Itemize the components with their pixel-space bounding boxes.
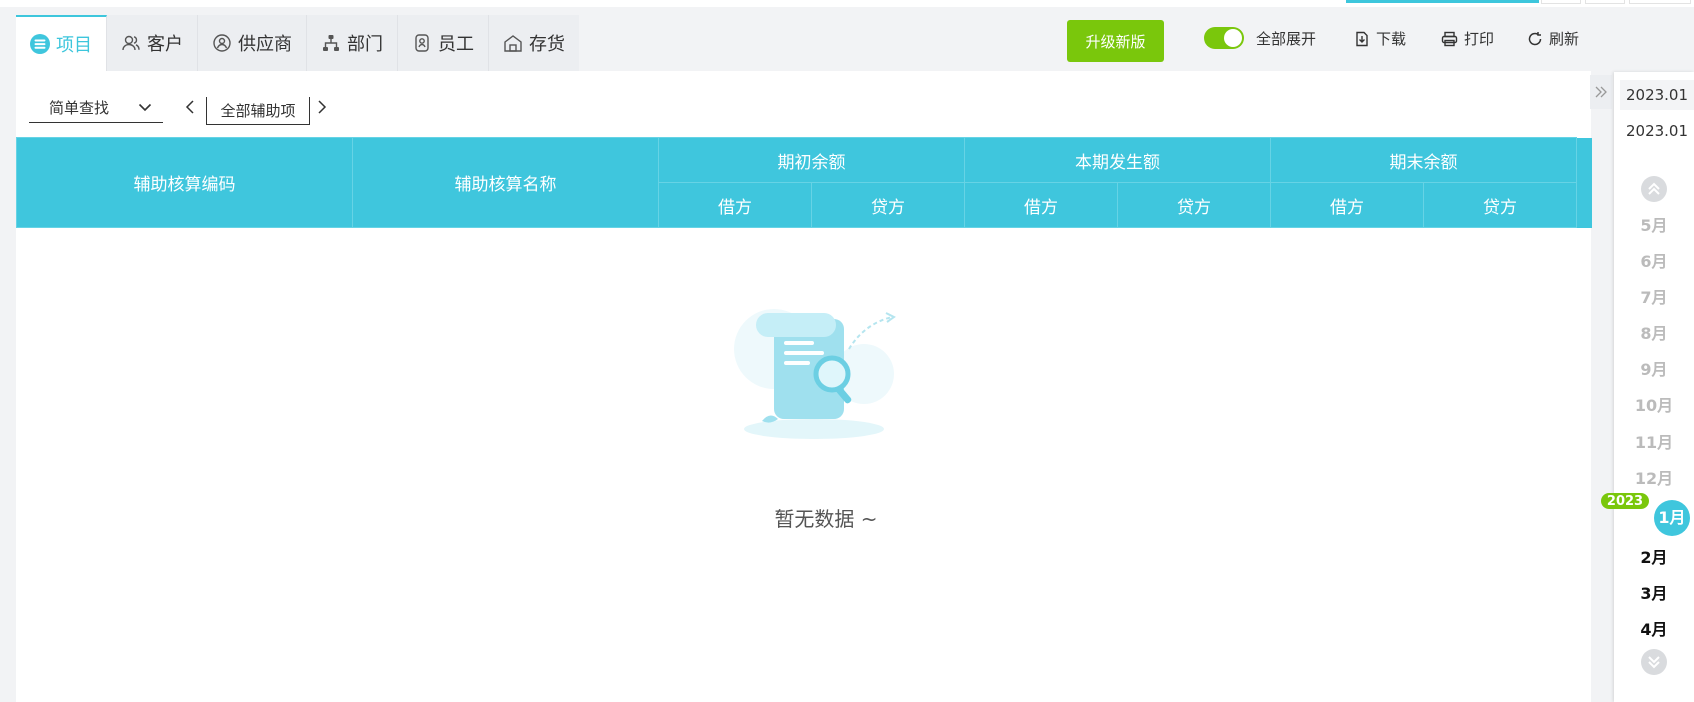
tab-label: 供应商 [238, 34, 292, 55]
users-icon [121, 33, 141, 53]
month-item[interactable]: 12月 [1614, 465, 1694, 489]
month-item[interactable]: 10月 [1614, 392, 1694, 416]
empty-state-text: 暂无数据 ~ [774, 507, 878, 531]
month-item[interactable]: 2月 [1614, 544, 1694, 568]
double-chevron-right-icon [1595, 86, 1607, 98]
header-debit: 借方 [1270, 182, 1424, 228]
tab-label: 员工 [438, 34, 474, 55]
header-closing-balance: 期末余额 [1270, 137, 1577, 183]
download-icon [1356, 31, 1368, 46]
menu-circle-icon [30, 34, 50, 54]
expand-all-toggle[interactable] [1204, 27, 1244, 49]
month-item[interactable]: 11月 [1614, 429, 1694, 453]
window-tab-slot[interactable] [1541, 0, 1581, 4]
refresh-button[interactable]: 刷新 [1527, 28, 1579, 49]
print-label: 打印 [1464, 30, 1495, 48]
chevron-down-icon [138, 103, 152, 112]
supplier-icon [212, 33, 232, 53]
period-end[interactable]: 2023.01 [1620, 116, 1694, 146]
tab-employee[interactable]: 员工 [398, 15, 489, 71]
refresh-icon [1528, 31, 1542, 45]
month-item[interactable]: 8月 [1614, 320, 1694, 344]
org-chart-icon [321, 33, 341, 53]
tab-department[interactable]: 部门 [307, 15, 398, 71]
prev-arrow-icon[interactable] [184, 99, 196, 115]
search-mode-select[interactable]: 简单查找 [29, 93, 163, 123]
header-period-amount: 本期发生额 [964, 137, 1271, 183]
period-start[interactable]: 2023.01 [1620, 80, 1694, 110]
printer-icon [1441, 31, 1458, 46]
tab-label: 客户 [147, 34, 183, 55]
tab-label: 部门 [347, 34, 383, 55]
tab-project[interactable]: 项目 [16, 15, 107, 71]
header-credit: 贷方 [1423, 182, 1577, 228]
window-tab-slot[interactable] [1585, 0, 1625, 4]
month-current[interactable]: 1月 [1654, 500, 1690, 536]
month-item[interactable]: 4月 [1614, 616, 1694, 640]
month-item[interactable]: 5月 [1614, 212, 1694, 236]
header-opening-balance: 期初余额 [658, 137, 965, 183]
double-chevron-down-icon [1648, 656, 1660, 669]
window-tab-slot[interactable] [1629, 0, 1691, 4]
upgrade-button[interactable]: 升级新版 [1067, 20, 1164, 62]
header-aux-code: 辅助核算编码 [16, 137, 353, 228]
expand-all-control[interactable]: 全部展开 [1204, 27, 1316, 49]
period-sidebar: 2023.01 2023.01 5月 6月 7月 8月 9月 10月 11月 1… [1614, 72, 1694, 702]
top-strip [0, 0, 1694, 7]
tab-inventory[interactable]: 存货 [489, 15, 579, 71]
header-credit: 贷方 [1117, 182, 1271, 228]
tab-customer[interactable]: 客户 [107, 15, 198, 71]
category-tabs: 项目 客户 供应商 部门 员工 存货 [16, 15, 579, 71]
expand-all-label: 全部展开 [1256, 29, 1317, 48]
double-chevron-up-icon [1648, 182, 1660, 195]
header-credit: 贷方 [811, 182, 965, 228]
month-item[interactable]: 9月 [1614, 356, 1694, 380]
header-scroll-gutter [1576, 137, 1592, 228]
header-debit: 借方 [658, 182, 812, 228]
header-debit: 借方 [964, 182, 1118, 228]
sidebar-collapse-button[interactable] [1590, 75, 1612, 109]
top-accent-bar [1346, 0, 1539, 3]
scroll-up-button[interactable] [1641, 176, 1667, 202]
id-badge-icon [412, 33, 432, 53]
month-item[interactable]: 3月 [1614, 580, 1694, 604]
year-badge: 2023 [1601, 493, 1649, 509]
month-item[interactable]: 7月 [1614, 284, 1694, 308]
tab-label: 存货 [529, 34, 565, 55]
search-mode-value: 简单查找 [49, 99, 110, 117]
empty-data-illustration [734, 309, 896, 439]
refresh-label: 刷新 [1549, 30, 1580, 48]
download-label: 下载 [1376, 30, 1407, 48]
warehouse-icon [503, 33, 523, 53]
content-panel: 简单查找 全部辅助项 辅助核算编码 辅助核算名称 期初余额 本期发生额 期末余额… [16, 71, 1592, 702]
download-button[interactable]: 下载 [1354, 28, 1406, 49]
next-arrow-icon[interactable] [316, 99, 328, 115]
scroll-down-button[interactable] [1641, 649, 1667, 675]
tab-supplier[interactable]: 供应商 [198, 15, 307, 71]
tab-label: 项目 [56, 35, 92, 56]
month-item[interactable]: 6月 [1614, 248, 1694, 272]
header-aux-name: 辅助核算名称 [352, 137, 659, 228]
balance-table: 辅助核算编码 辅助核算名称 期初余额 本期发生额 期末余额 借方 贷方 借方 贷… [16, 137, 1592, 228]
aux-item-label: 全部辅助项 [220, 102, 296, 120]
aux-item-selector[interactable]: 全部辅助项 [206, 97, 310, 125]
print-button[interactable]: 打印 [1441, 28, 1494, 49]
